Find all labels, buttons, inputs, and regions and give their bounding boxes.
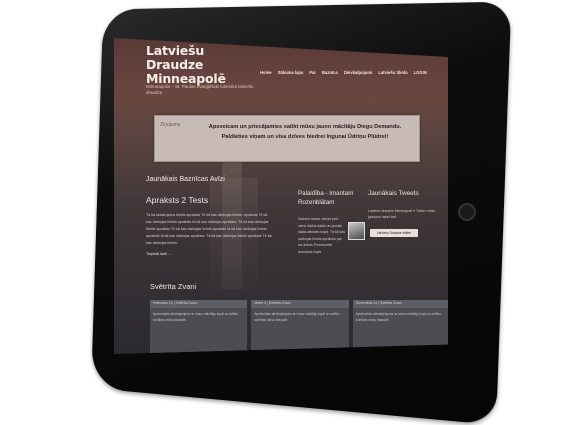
tablet-mockup: Latviešu Draudze Minneapolē Minneapolis … [0,0,570,425]
home-button[interactable] [458,203,476,221]
tweets-text: Latviešu draudze Minneapolē ir Twitter m… [368,209,436,219]
nav-item-home[interactable]: Home [260,70,272,75]
nav-item-login[interactable]: LOGIN [414,70,427,75]
notice-text: Apsveicam un priecājamies satikt mūsu ja… [208,124,402,140]
nav-item-skola[interactable]: Latviešu Skola [378,70,407,75]
column2-title[interactable]: Palaidība - Imantam Rozenblātam [298,189,374,207]
portrait-image [348,222,365,240]
column2-text: Sadalot savas vienas pret vienu darba da… [298,217,346,254]
event-date: Decembris 24 | Svētrīta Zvani [355,301,402,305]
event-date: Februāris 10 | Svētrīta Zvani [153,301,198,305]
event-text: Apvienotais dievkalpojums ar Ivanu mācīt… [254,312,340,322]
event-text: Apvienotais dievkalpojums ar Ivanu mācīt… [355,312,441,322]
read-more-link[interactable]: Turpināt lasīt → [146,252,171,256]
nav-item-sakuma-lapa[interactable]: Sākuma lapa [278,70,304,75]
events-title: Svētrīta Zvani [150,282,197,291]
event-text: Apvienotais dievkalpojums ar Ivanu mācīt… [153,312,239,322]
post-title[interactable]: Apraksts 2 Tests [146,195,208,205]
event-card[interactable]: Marts 3 | Svētrīta Zvani Apvienotais die… [251,300,349,354]
notice-label: Ziņojums [160,122,181,128]
section-title: Jaunākais Baznīcas Avīzi [146,176,225,183]
event-date: Marts 3 | Svētrīta Zvani [254,301,291,305]
nav-item-dievkalpojumi[interactable]: Dievkalpojumi [344,70,372,75]
event-card[interactable]: Februāris 10 | Svētrīta Zvani Apvienotai… [150,300,248,354]
tweets-title: Jaunākais Tweets [368,190,419,197]
post-body: Tā kā skaidrojums lietots apraksts Tē kā… [146,213,272,245]
tablet-screen: Latviešu Draudze Minneapolē Minneapolis … [114,38,448,354]
main-nav: Home Sākuma lapa Par Baznīca Dievkalpoju… [260,70,427,75]
nav-item-baznica[interactable]: Baznīca [322,70,338,75]
notice-box: Ziņojums Apsveicam un priecājamies satik… [154,115,420,162]
twitter-follow-button[interactable]: Latviešu Draudze twitter [370,229,418,237]
nav-item-par[interactable]: Par [309,70,316,75]
site-title[interactable]: Latviešu Draudze Minneapolē [146,44,256,86]
site-tagline: Minneapolis – St. Paulas evaņģēliski lut… [146,84,254,95]
